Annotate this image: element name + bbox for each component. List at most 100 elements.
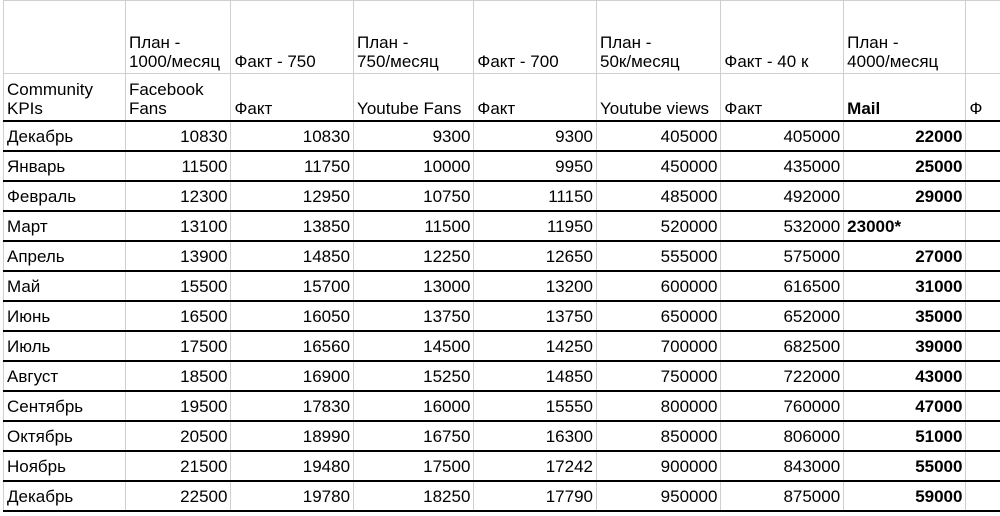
yt-fact-cell[interactable]: 13200 [473,270,597,302]
column-header-cell[interactable]: Факт [720,73,845,122]
mail-cell[interactable]: 27000 [843,240,967,272]
fb-fact-cell[interactable]: 17830 [230,390,355,422]
mail-cell[interactable]: 43000 [843,360,967,392]
fb-fact-cell[interactable]: 15700 [230,270,355,302]
month-cell[interactable]: Июнь [3,300,126,332]
yt-plan-cell[interactable]: 17500 [353,450,475,482]
column-header-cell[interactable]: Youtube views [595,73,722,122]
fb-fact-cell[interactable]: 16560 [230,330,355,362]
month-cell[interactable]: Январь [3,150,126,182]
ytv-plan-cell[interactable]: 650000 [595,300,722,332]
mail-fact-cell[interactable] [965,150,1000,182]
fb-fact-cell[interactable]: 19480 [230,450,355,482]
column-header-cell[interactable]: Facebook Fans [124,73,232,122]
fb-plan-cell[interactable]: 19500 [124,390,232,422]
column-header-cell[interactable]: Community KPIs [3,73,126,122]
plan-header-cell[interactable]: План -1000/месяц [124,0,232,74]
mail-fact-cell[interactable] [965,300,1000,332]
yt-fact-cell[interactable]: 14850 [473,360,597,392]
yt-fact-cell[interactable]: 9950 [473,150,597,182]
yt-fact-cell[interactable]: 9300 [473,120,597,152]
fb-plan-cell[interactable]: 11500 [124,150,232,182]
fb-plan-cell[interactable]: 10830 [124,120,232,152]
yt-plan-cell[interactable]: 12250 [353,240,475,272]
plan-header-cell[interactable]: План -750/месяц [353,0,475,74]
fb-plan-cell[interactable]: 18500 [124,360,232,392]
ytv-plan-cell[interactable]: 555000 [595,240,722,272]
ytv-plan-cell[interactable]: 750000 [595,360,722,392]
plan-header-cell[interactable]: Факт - 40 к [720,0,845,74]
ytv-fact-cell[interactable]: 682500 [720,330,845,362]
fb-plan-cell[interactable]: 20500 [124,420,232,452]
ytv-fact-cell[interactable]: 722000 [720,360,845,392]
yt-fact-cell[interactable]: 12650 [473,240,597,272]
mail-cell[interactable]: 29000 [843,180,967,212]
fb-plan-cell[interactable]: 13100 [124,210,232,242]
plan-header-cell[interactable]: Факт - 700 [473,0,597,74]
ytv-fact-cell[interactable]: 492000 [720,180,845,212]
mail-cell[interactable]: 47000 [843,390,967,422]
fb-fact-cell[interactable]: 11750 [230,150,355,182]
ytv-fact-cell[interactable]: 405000 [720,120,845,152]
ytv-fact-cell[interactable]: 806000 [720,420,845,452]
month-cell[interactable]: Март [3,210,126,242]
mail-cell[interactable]: 25000 [843,150,967,182]
ytv-fact-cell[interactable]: 843000 [720,450,845,482]
fb-fact-cell[interactable]: 18990 [230,420,355,452]
mail-fact-cell[interactable] [965,330,1000,362]
yt-plan-cell[interactable]: 10750 [353,180,475,212]
ytv-plan-cell[interactable]: 700000 [595,330,722,362]
plan-header-cell[interactable]: План -50к/месяц [595,0,722,74]
column-header-cell[interactable]: Факт [473,73,597,122]
fb-plan-cell[interactable]: 21500 [124,450,232,482]
yt-plan-cell[interactable]: 13000 [353,270,475,302]
mail-fact-cell[interactable] [965,480,1000,512]
column-header-cell[interactable]: Youtube Fans [353,73,475,122]
mail-cell[interactable]: 22000 [843,120,967,152]
mail-fact-cell[interactable] [965,120,1000,152]
fb-plan-cell[interactable]: 12300 [124,180,232,212]
mail-cell[interactable]: 51000 [843,420,967,452]
ytv-fact-cell[interactable]: 652000 [720,300,845,332]
ytv-fact-cell[interactable]: 875000 [720,480,845,512]
fb-plan-cell[interactable]: 17500 [124,330,232,362]
yt-plan-cell[interactable]: 14500 [353,330,475,362]
mail-fact-cell[interactable] [965,210,1000,242]
mail-cell[interactable]: 39000 [843,330,967,362]
fb-fact-cell[interactable]: 13850 [230,210,355,242]
fb-fact-cell[interactable]: 19780 [230,480,355,512]
fb-fact-cell[interactable]: 10830 [230,120,355,152]
yt-fact-cell[interactable]: 15550 [473,390,597,422]
yt-fact-cell[interactable]: 17790 [473,480,597,512]
fb-fact-cell[interactable]: 14850 [230,240,355,272]
month-cell[interactable]: Сентябрь [3,390,126,422]
month-cell[interactable]: Август [3,360,126,392]
yt-plan-cell[interactable]: 11500 [353,210,475,242]
ytv-plan-cell[interactable]: 850000 [595,420,722,452]
fb-fact-cell[interactable]: 16900 [230,360,355,392]
plan-header-cell[interactable]: Факт - 750 [230,0,355,74]
mail-cell[interactable]: 59000 [843,480,967,512]
yt-fact-cell[interactable]: 13750 [473,300,597,332]
ytv-fact-cell[interactable]: 435000 [720,150,845,182]
ytv-fact-cell[interactable]: 616500 [720,270,845,302]
ytv-plan-cell[interactable]: 450000 [595,150,722,182]
mail-fact-cell[interactable] [965,450,1000,482]
fb-fact-cell[interactable]: 16050 [230,300,355,332]
fb-plan-cell[interactable]: 15500 [124,270,232,302]
yt-fact-cell[interactable]: 16300 [473,420,597,452]
mail-cell[interactable]: 31000 [843,270,967,302]
ytv-fact-cell[interactable]: 575000 [720,240,845,272]
mail-fact-cell[interactable] [965,420,1000,452]
column-header-cell[interactable]: Mail [843,73,967,122]
yt-plan-cell[interactable]: 16750 [353,420,475,452]
month-cell[interactable]: Май [3,270,126,302]
mail-cell[interactable]: 23000* [843,210,967,242]
month-cell[interactable]: Октябрь [3,420,126,452]
ytv-fact-cell[interactable]: 760000 [720,390,845,422]
yt-plan-cell[interactable]: 10000 [353,150,475,182]
fb-fact-cell[interactable]: 12950 [230,180,355,212]
mail-fact-cell[interactable] [965,240,1000,272]
yt-fact-cell[interactable]: 11950 [473,210,597,242]
month-cell[interactable]: Апрель [3,240,126,272]
